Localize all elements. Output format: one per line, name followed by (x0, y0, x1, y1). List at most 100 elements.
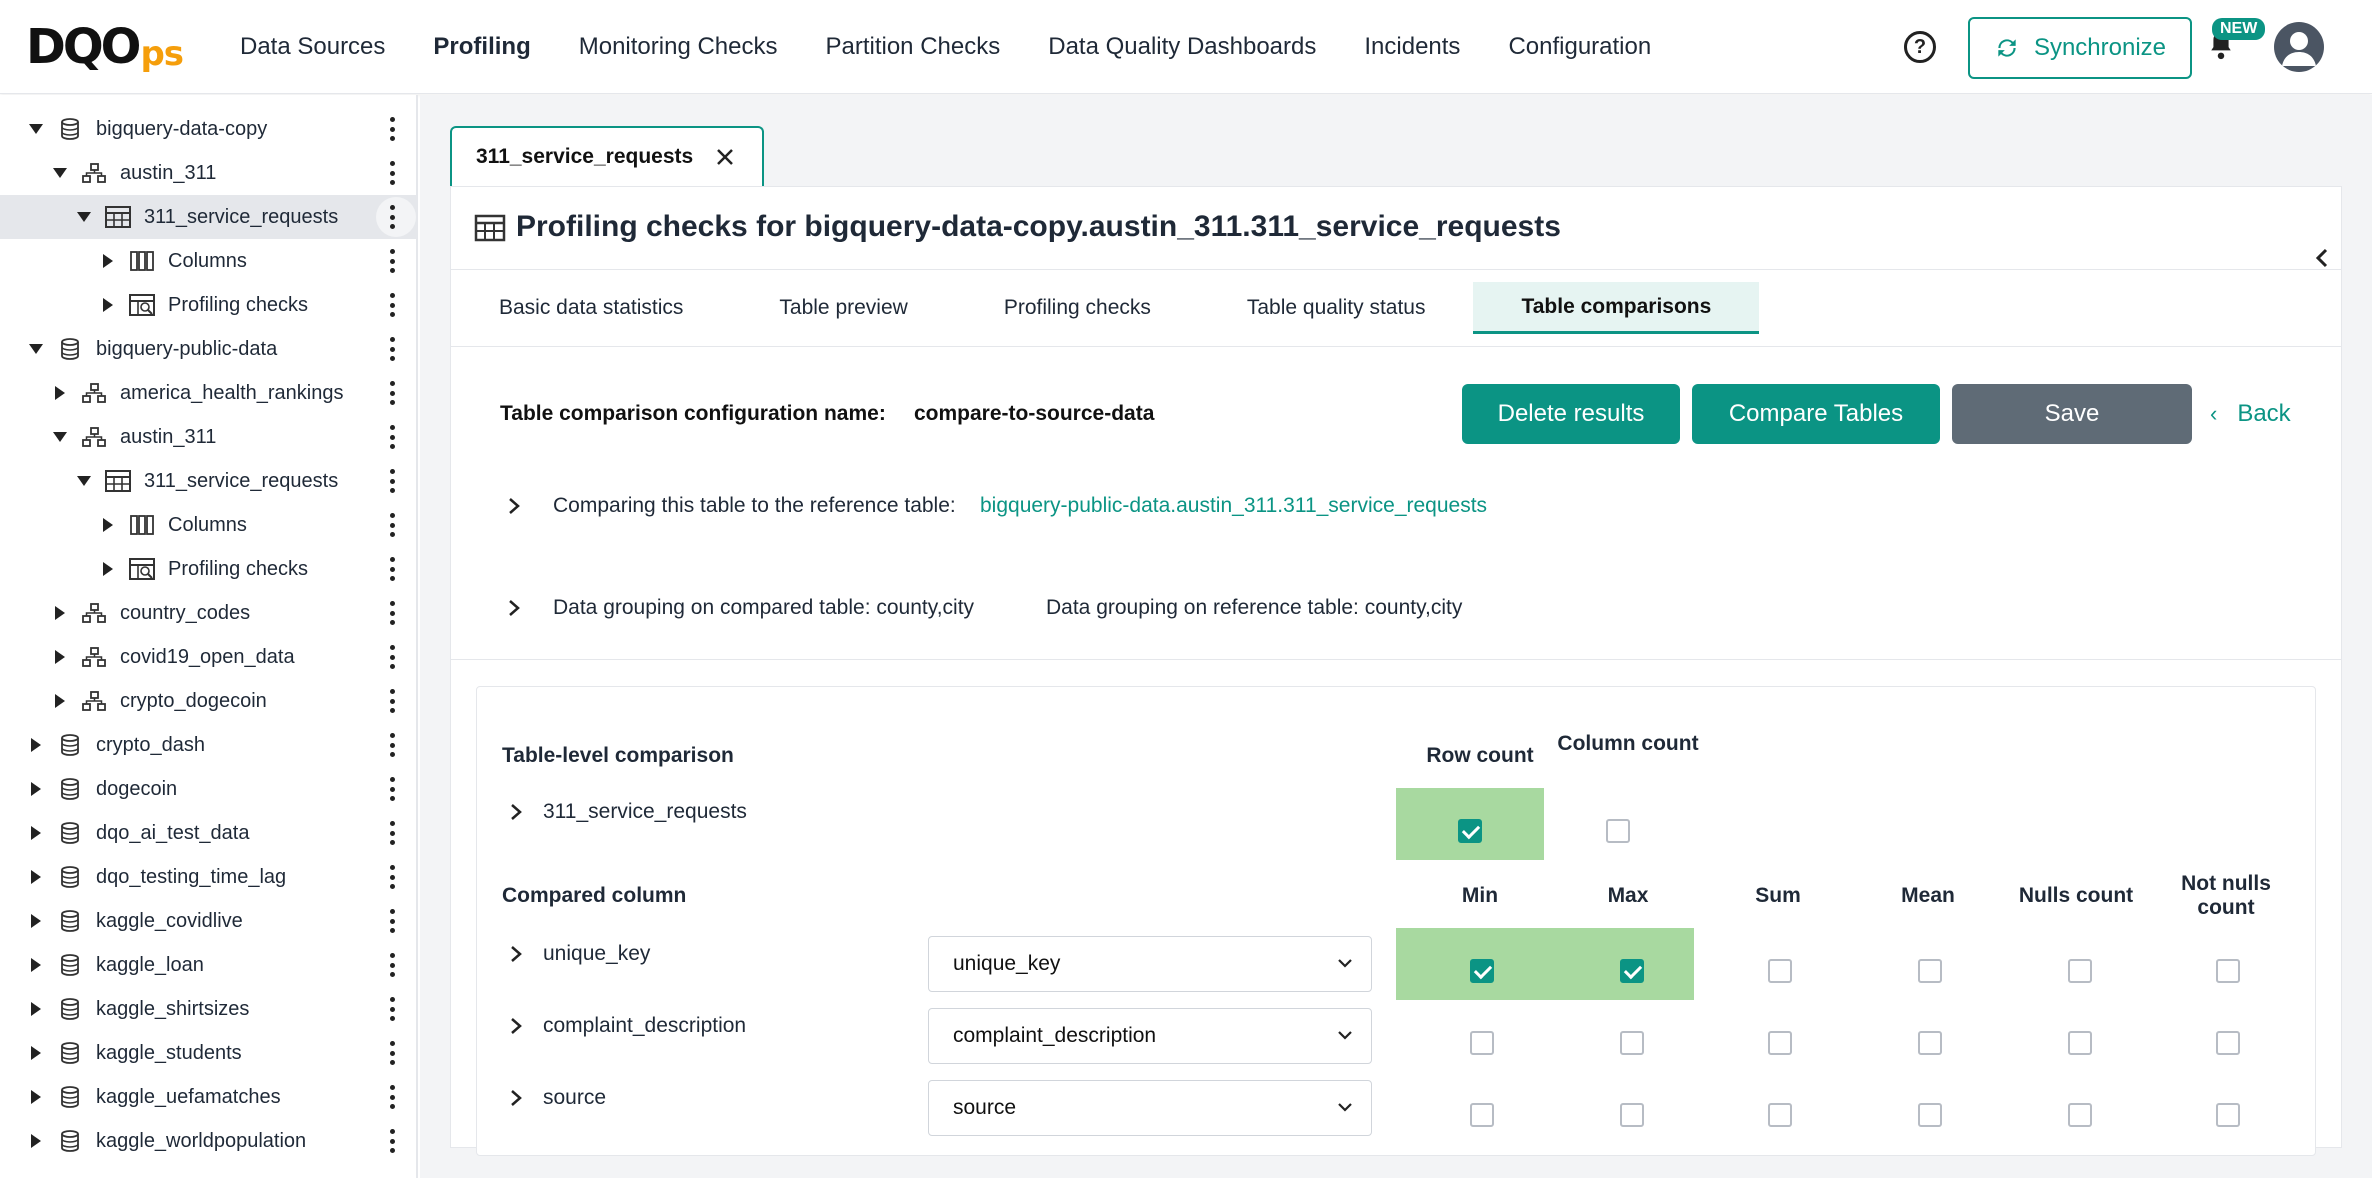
chevron-right-icon[interactable] (506, 496, 522, 516)
row-count-checkbox[interactable] (1458, 819, 1482, 843)
caret-down-icon[interactable] (24, 337, 48, 361)
chevron-right-icon[interactable] (508, 944, 524, 964)
caret-down-icon[interactable] (24, 117, 48, 141)
tree-item-kaggle-loan[interactable]: kaggle_loan (0, 943, 416, 987)
more-options-icon[interactable] (386, 865, 398, 889)
nav-data-quality-dashboards[interactable]: Data Quality Dashboards (1048, 33, 1316, 61)
tree-item-bigquery-public-data[interactable]: bigquery-public-data (0, 327, 416, 371)
more-options-icon[interactable] (386, 777, 398, 801)
caret-down-icon[interactable] (72, 469, 96, 493)
nulls-count-checkbox[interactable] (2068, 1103, 2092, 1127)
tree-item-kaggle-covidlive[interactable]: kaggle_covidlive (0, 899, 416, 943)
nav-data-sources[interactable]: Data Sources (240, 33, 385, 61)
caret-right-icon[interactable] (48, 601, 72, 625)
tree-item-profiling-checks[interactable]: Profiling checks (0, 547, 416, 591)
tree-item-profiling-checks[interactable]: Profiling checks (0, 283, 416, 327)
chevron-right-icon[interactable] (506, 598, 522, 618)
tab-table-quality-status[interactable]: Table quality status (1199, 282, 1474, 334)
tree-item-bigquery-data-copy[interactable]: bigquery-data-copy (0, 107, 416, 151)
more-options-icon[interactable] (386, 205, 398, 229)
caret-right-icon[interactable] (48, 645, 72, 669)
more-options-icon[interactable] (386, 601, 398, 625)
reference-table-link[interactable]: bigquery-public-data.austin_311.311_serv… (980, 494, 1487, 518)
max-checkbox[interactable] (1620, 1031, 1644, 1055)
more-options-icon[interactable] (386, 997, 398, 1021)
tree-item-kaggle-uefamatches[interactable]: kaggle_uefamatches (0, 1075, 416, 1119)
more-options-icon[interactable] (386, 249, 398, 273)
reference-column-select[interactable]: unique_key (928, 936, 1372, 992)
min-checkbox[interactable] (1470, 1103, 1494, 1127)
tree-item-kaggle-students[interactable]: kaggle_students (0, 1031, 416, 1075)
tab-basic-data-statistics[interactable]: Basic data statistics (451, 282, 731, 334)
caret-right-icon[interactable] (24, 1041, 48, 1065)
more-options-icon[interactable] (386, 733, 398, 757)
more-options-icon[interactable] (386, 1085, 398, 1109)
dqops-logo[interactable]: DQO ps (26, 19, 184, 75)
collapse-panel-chevron-icon[interactable] (2312, 244, 2332, 272)
tree-item-america-health-rankings[interactable]: america_health_rankings (0, 371, 416, 415)
tree-item-311-service-requests[interactable]: 311_service_requests (0, 459, 416, 503)
tree-item-dqo-testing-time-lag[interactable]: dqo_testing_time_lag (0, 855, 416, 899)
nav-profiling[interactable]: Profiling (433, 33, 530, 61)
caret-right-icon[interactable] (48, 689, 72, 713)
mean-checkbox[interactable] (1918, 1031, 1942, 1055)
caret-right-icon[interactable] (24, 909, 48, 933)
nulls-count-checkbox[interactable] (2068, 1031, 2092, 1055)
caret-right-icon[interactable] (96, 557, 120, 581)
caret-down-icon[interactable] (72, 205, 96, 229)
caret-right-icon[interactable] (24, 777, 48, 801)
caret-right-icon[interactable] (96, 249, 120, 273)
max-checkbox[interactable] (1620, 1103, 1644, 1127)
help-icon[interactable]: ? (1904, 31, 1936, 63)
reference-column-select[interactable]: complaint_description (928, 1008, 1372, 1064)
caret-right-icon[interactable] (24, 1085, 48, 1109)
column-count-checkbox[interactable] (1606, 819, 1630, 843)
more-options-icon[interactable] (386, 557, 398, 581)
min-checkbox[interactable] (1470, 1031, 1494, 1055)
nav-incidents[interactable]: Incidents (1364, 33, 1460, 61)
editor-tab-311-service-requests[interactable]: 311_service_requests (450, 126, 764, 186)
synchronize-button[interactable]: Synchronize (1968, 17, 2192, 79)
caret-right-icon[interactable] (24, 865, 48, 889)
nav-partition-checks[interactable]: Partition Checks (825, 33, 1000, 61)
tab-profiling-checks[interactable]: Profiling checks (956, 282, 1199, 334)
save-button[interactable]: Save (1952, 384, 2192, 444)
sum-checkbox[interactable] (1768, 959, 1792, 983)
caret-right-icon[interactable] (24, 1129, 48, 1153)
tree-item-austin-311[interactable]: austin_311 (0, 151, 416, 195)
tab-table-preview[interactable]: Table preview (731, 282, 955, 334)
more-options-icon[interactable] (386, 293, 398, 317)
nav-monitoring-checks[interactable]: Monitoring Checks (579, 33, 778, 61)
tree-item-kaggle-worldpopulation[interactable]: kaggle_worldpopulation (0, 1119, 416, 1163)
more-options-icon[interactable] (386, 513, 398, 537)
tree-item-311-service-requests[interactable]: 311_service_requests (0, 195, 416, 239)
nulls-count-checkbox[interactable] (2068, 959, 2092, 983)
min-checkbox[interactable] (1470, 959, 1494, 983)
caret-down-icon[interactable] (48, 425, 72, 449)
more-options-icon[interactable] (386, 645, 398, 669)
more-options-icon[interactable] (386, 161, 398, 185)
more-options-icon[interactable] (386, 689, 398, 713)
caret-right-icon[interactable] (96, 513, 120, 537)
more-options-icon[interactable] (386, 425, 398, 449)
caret-right-icon[interactable] (24, 821, 48, 845)
tree-item-columns[interactable]: Columns (0, 239, 416, 283)
more-options-icon[interactable] (386, 469, 398, 493)
tree-item-crypto-dogecoin[interactable]: crypto_dogecoin (0, 679, 416, 723)
delete-results-button[interactable]: Delete results (1462, 384, 1680, 444)
more-options-icon[interactable] (386, 1129, 398, 1153)
nav-configuration[interactable]: Configuration (1508, 33, 1651, 61)
caret-right-icon[interactable] (96, 293, 120, 317)
more-options-icon[interactable] (386, 953, 398, 977)
tree-item-columns[interactable]: Columns (0, 503, 416, 547)
compare-tables-button[interactable]: Compare Tables (1692, 384, 1940, 444)
mean-checkbox[interactable] (1918, 959, 1942, 983)
more-options-icon[interactable] (386, 909, 398, 933)
more-options-icon[interactable] (386, 381, 398, 405)
caret-right-icon[interactable] (24, 997, 48, 1021)
user-avatar[interactable] (2274, 22, 2324, 72)
more-options-icon[interactable] (386, 1041, 398, 1065)
caret-right-icon[interactable] (24, 953, 48, 977)
tree-item-country-codes[interactable]: country_codes (0, 591, 416, 635)
chevron-right-icon[interactable] (508, 1016, 524, 1036)
